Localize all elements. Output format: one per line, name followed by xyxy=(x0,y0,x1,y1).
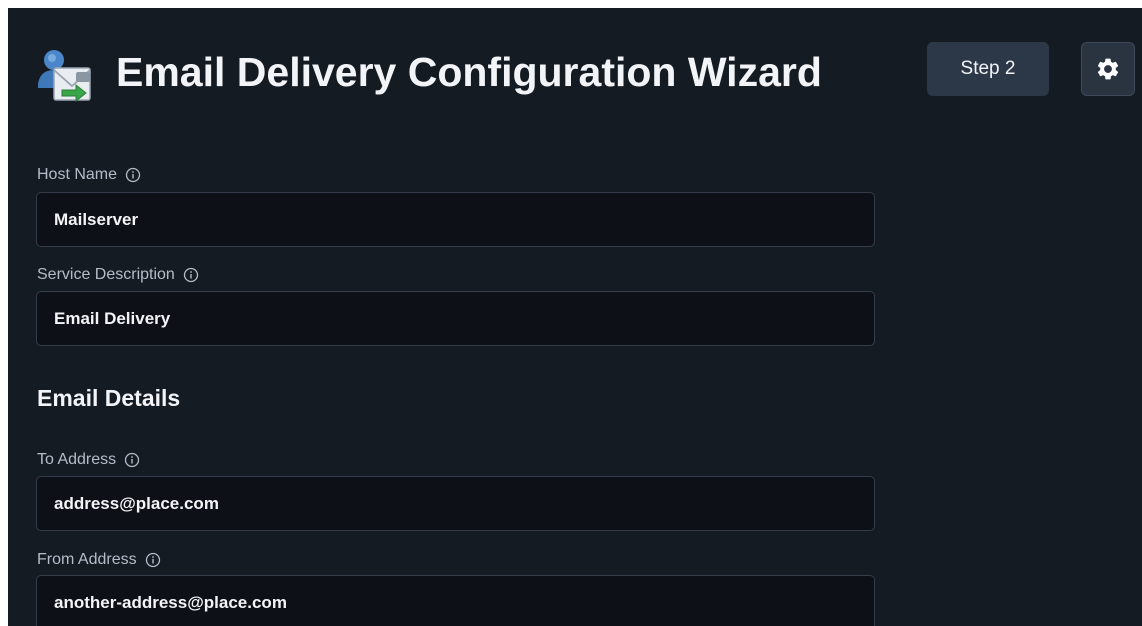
to-address-label: To Address xyxy=(37,449,140,471)
service-description-input[interactable] xyxy=(36,291,875,346)
info-icon[interactable] xyxy=(124,452,140,468)
to-address-label-text: To Address xyxy=(37,451,117,468)
host-name-label-text: Host Name xyxy=(37,166,118,183)
host-name-label: Host Name xyxy=(37,164,141,186)
mail-transfer-icon xyxy=(32,44,96,108)
step-label: Step 2 xyxy=(960,58,1016,79)
info-icon[interactable] xyxy=(183,267,199,283)
info-icon[interactable] xyxy=(145,552,161,568)
settings-button[interactable] xyxy=(1081,42,1135,96)
from-address-input[interactable] xyxy=(36,575,875,626)
from-address-label-text: From Address xyxy=(37,551,137,568)
wizard-panel: Email Delivery Configuration Wizard Step… xyxy=(8,8,1142,626)
info-icon[interactable] xyxy=(125,167,141,183)
step-button[interactable]: Step 2 xyxy=(927,42,1049,96)
from-address-label: From Address xyxy=(37,549,161,571)
gear-icon xyxy=(1095,56,1121,82)
page-title: Email Delivery Configuration Wizard xyxy=(116,49,822,95)
service-description-label: Service Description xyxy=(37,264,199,286)
host-name-input[interactable] xyxy=(36,192,875,247)
email-details-heading: Email Details xyxy=(37,385,181,411)
service-description-label-text: Service Description xyxy=(37,266,175,283)
to-address-input[interactable] xyxy=(36,476,875,531)
